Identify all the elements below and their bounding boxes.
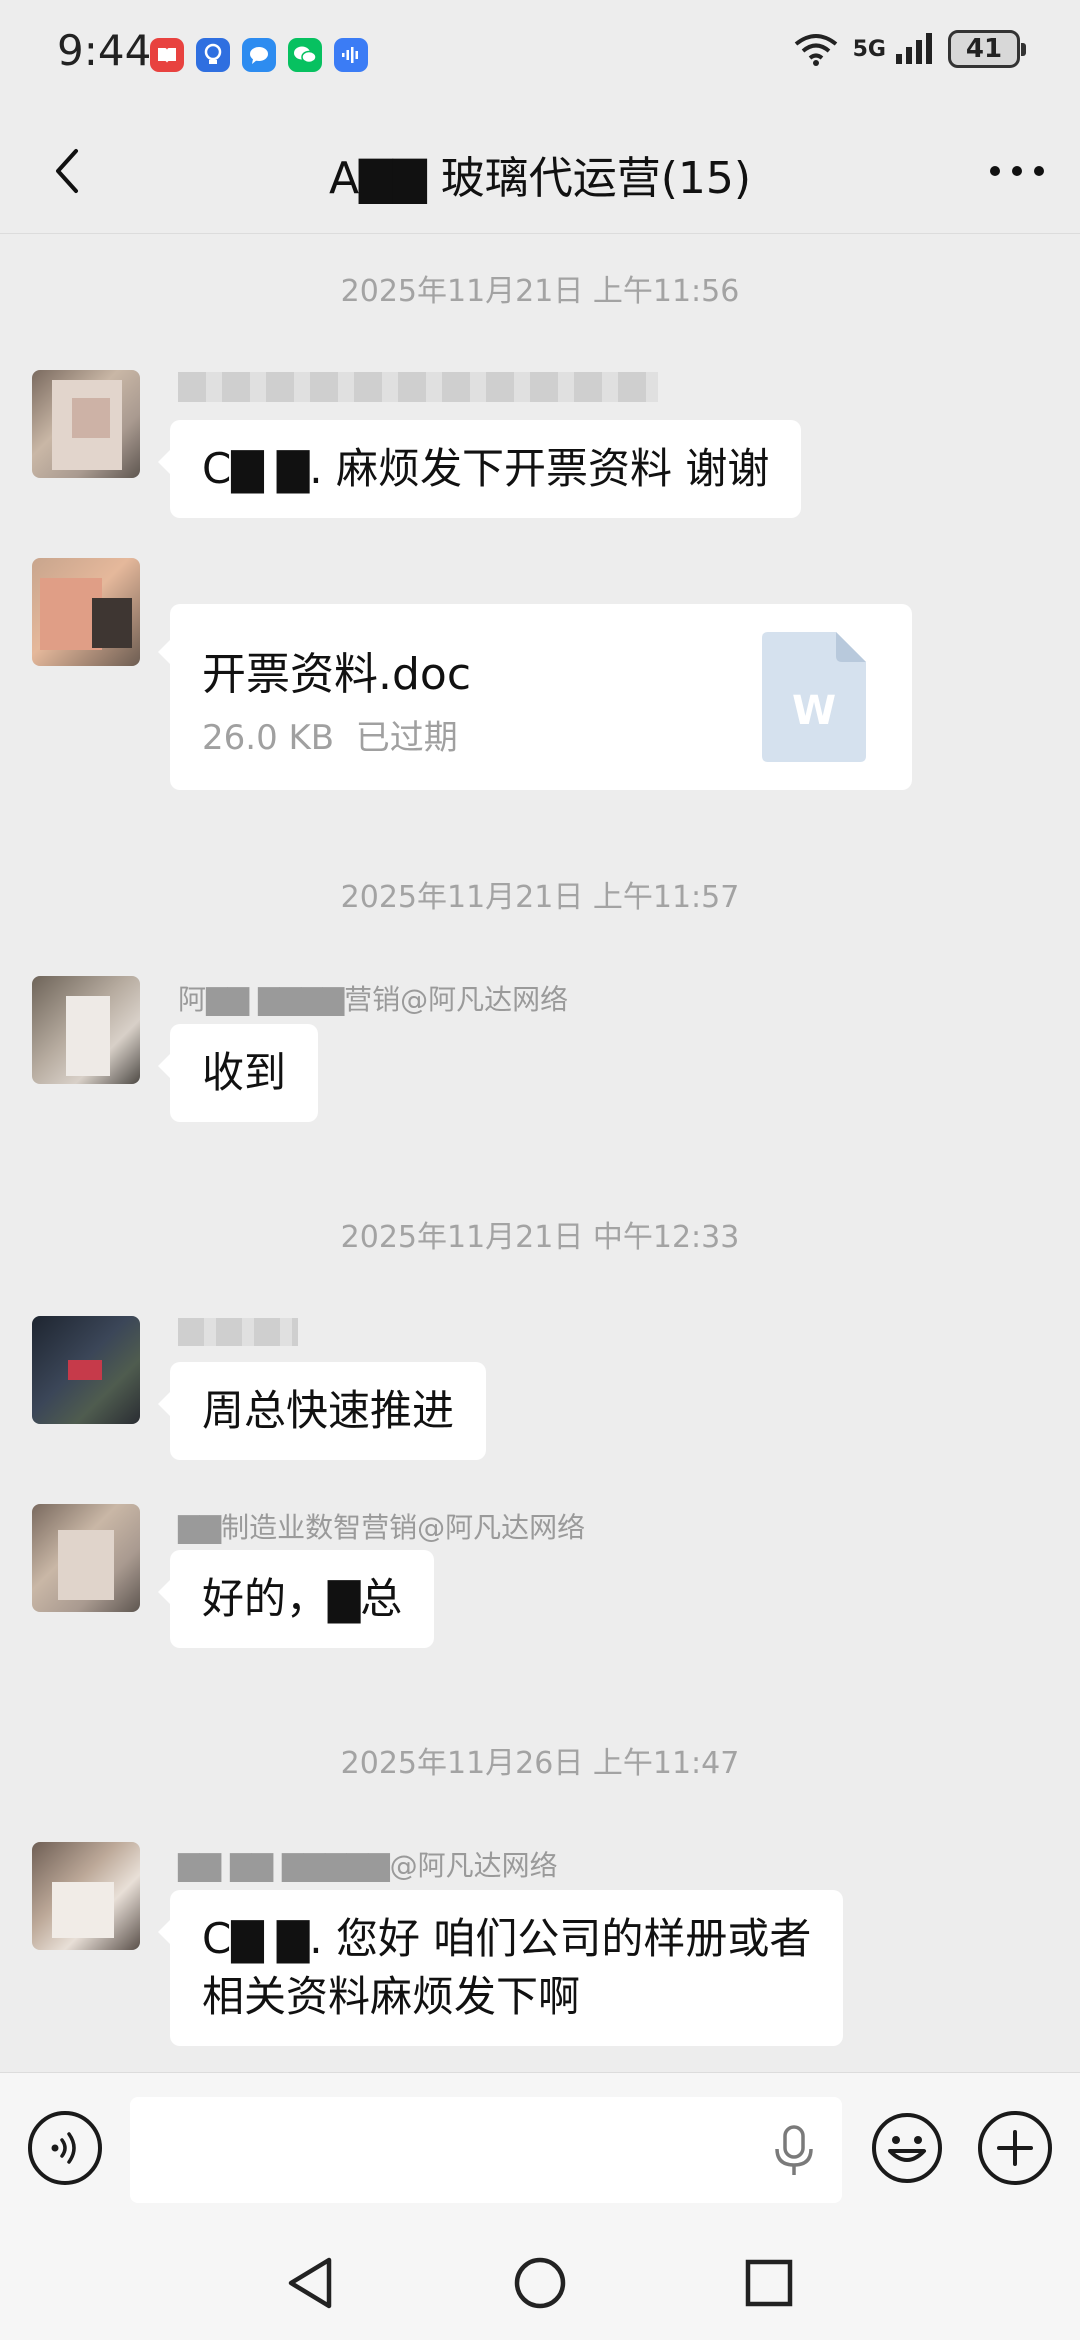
status-indicators: 5G 41 — [793, 30, 1026, 68]
book-app-icon — [150, 38, 184, 72]
timestamp: 2025年11月26日 上午11:47 — [340, 1746, 740, 1781]
message-input[interactable] — [130, 2097, 842, 2203]
status-time: 9:44 — [57, 26, 152, 75]
message-text-line: 相关资料麻烦发下啊 — [202, 1972, 581, 2021]
avatar[interactable] — [32, 1504, 140, 1612]
avatar[interactable] — [32, 1842, 140, 1950]
triangle-back-icon — [288, 2257, 332, 2309]
audio-app-icon — [334, 38, 368, 72]
voice-input-button[interactable] — [28, 2111, 102, 2185]
square-recent-icon — [745, 2259, 793, 2307]
message-text: C▇ ▇. 麻烦发下开票资料 谢谢 — [202, 444, 770, 493]
avatar[interactable] — [32, 370, 140, 478]
nav-back-button[interactable] — [275, 2248, 345, 2318]
battery-level: 41 — [965, 34, 1003, 64]
sender-name-redacted — [178, 1318, 298, 1346]
message-text-line: C▇ ▇. 您好 咱们公司的样册或者 — [202, 1914, 812, 1963]
timestamp: 2025年11月21日 上午11:57 — [340, 880, 740, 915]
word-doc-icon: W — [762, 632, 866, 762]
wifi-icon — [794, 34, 837, 66]
message-bubble[interactable]: 周总快速推进 — [157, 1362, 487, 1460]
file-status: 已过期 — [355, 718, 458, 758]
plus-icon — [997, 2130, 1033, 2166]
avatar[interactable] — [32, 1316, 140, 1424]
sender-name-redacted — [178, 372, 658, 402]
file-attachment[interactable]: 开票资料.doc 26.0 KB 已过期 W — [158, 604, 912, 790]
file-meta: 26.0 KB 已过期 — [202, 710, 458, 759]
notification-icons — [150, 38, 368, 72]
battery-icon: 41 — [948, 30, 1026, 68]
more-actions-button[interactable] — [978, 2111, 1052, 2185]
input-bar — [0, 2072, 1080, 2224]
more-dots-icon — [990, 166, 1044, 176]
timestamp: 2025年11月21日 上午11:56 — [340, 274, 740, 309]
emoji-icon[interactable] — [870, 2111, 944, 2185]
network-type: 5G — [852, 36, 886, 62]
system-nav-bar — [0, 2224, 1080, 2340]
file-size: 26.0 KB — [202, 718, 335, 758]
avatar[interactable] — [32, 558, 140, 666]
nav-recent-button[interactable] — [734, 2248, 804, 2318]
voice-wave-icon — [51, 2132, 76, 2164]
message-bubble[interactable]: C▇ ▇. 您好 咱们公司的样册或者 相关资料麻烦发下啊 — [157, 1890, 844, 2046]
file-badge: W — [792, 688, 836, 734]
sender-name: ▇▇ ▇▇ ▇▇▇▇▇@阿凡达网络 — [178, 1849, 558, 1882]
sender-name: ▇▇制造业数智营销@阿凡达网络 — [178, 1511, 586, 1544]
bulb-app-icon — [196, 38, 230, 72]
more-button[interactable] — [982, 136, 1052, 206]
circle-home-icon — [514, 2257, 566, 2309]
signal-icon — [896, 33, 932, 64]
avatar[interactable] — [32, 976, 140, 1084]
timestamp: 2025年11月21日 中午12:33 — [340, 1220, 740, 1255]
message-app-icon — [242, 38, 276, 72]
message-bubble[interactable]: C▇ ▇. 麻烦发下开票资料 谢谢 — [157, 420, 802, 518]
message-text: 好的，▇总 — [202, 1574, 403, 1623]
microphone-icon[interactable] — [772, 2125, 816, 2177]
message-text: 周总快速推进 — [202, 1386, 455, 1435]
wechat-app-icon — [288, 38, 322, 72]
message-text: 收到 — [202, 1048, 287, 1097]
sender-name: 阿▇▇ ▇▇▇▇营销@阿凡达网络 — [178, 983, 569, 1016]
chat-title: A▇▇ 玻璃代运营(15) — [328, 153, 752, 204]
nav-home-button[interactable] — [505, 2248, 575, 2318]
status-bar: 9:44 5G 41 — [0, 0, 1080, 108]
chat-messages[interactable]: 2025年11月21日 上午11:56 C▇ ▇. 麻烦发下开票资料 谢谢 开票… — [0, 234, 1080, 2072]
chat-header: A▇▇ 玻璃代运营(15) — [0, 108, 1080, 234]
message-bubble[interactable]: 好的，▇总 — [157, 1550, 435, 1648]
file-name: 开票资料.doc — [202, 649, 472, 700]
message-bubble[interactable]: 收到 — [157, 1024, 319, 1122]
